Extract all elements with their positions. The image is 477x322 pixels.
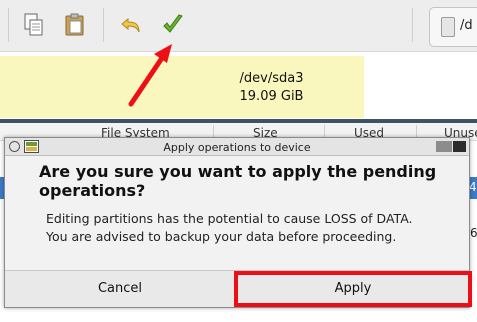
apply-checkmark-icon[interactable] (161, 12, 185, 38)
minimize-button[interactable] (436, 141, 452, 152)
dialog-heading: Are you sure you want to apply the pendi… (39, 162, 437, 200)
paste-icon[interactable] (63, 12, 87, 38)
dialog-message: Editing partitions has the potential to … (46, 210, 456, 246)
partition-name: /dev/sda3 (239, 71, 304, 86)
row-value-peek: 4 (469, 180, 477, 194)
device-label: /d (460, 18, 473, 33)
device-selector[interactable]: /d (429, 7, 477, 47)
partition-block-sda3[interactable]: /dev/sda3 19.09 GiB (0, 56, 364, 118)
row-value-peek: 6 (470, 226, 477, 240)
toolbar-separator (8, 8, 9, 42)
dialog-title: Apply operations to device (163, 141, 311, 154)
disk-icon (441, 17, 455, 37)
dialog-titlebar[interactable]: Apply operations to device (5, 138, 469, 156)
main-toolbar: /d (0, 0, 477, 52)
close-button[interactable] (453, 141, 466, 152)
toolbar-separator (412, 8, 413, 42)
apply-button[interactable]: Apply (237, 271, 469, 307)
undo-icon[interactable] (119, 12, 143, 38)
apply-operations-dialog: Apply operations to device Are you sure … (4, 137, 470, 308)
partition-graph: /dev/sda3 19.09 GiB (0, 52, 477, 121)
partition-size: 19.09 GiB (239, 89, 304, 104)
advice-line: You are advised to backup your data befo… (46, 229, 397, 244)
cancel-button[interactable]: Cancel (5, 271, 236, 307)
toolbar-separator (103, 8, 104, 42)
dialog-button-row: Cancel Apply (5, 270, 469, 307)
warning-line: Editing partitions has the potential to … (46, 211, 413, 226)
copy-icon[interactable] (22, 12, 46, 38)
